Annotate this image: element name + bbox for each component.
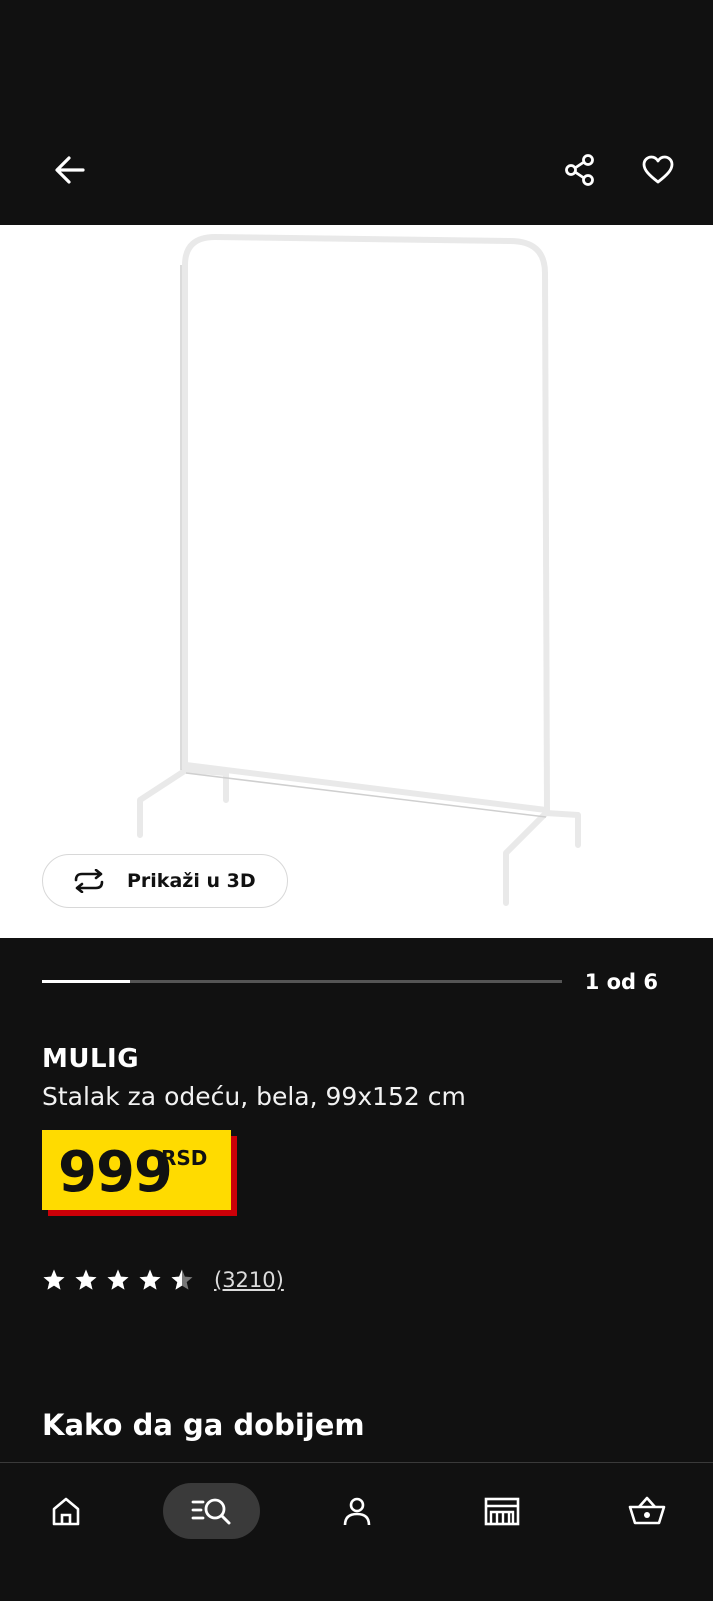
price-currency: RSD: [161, 1146, 208, 1170]
nav-profile[interactable]: [327, 1483, 387, 1539]
star-icon: [43, 1269, 65, 1290]
nav-store[interactable]: [472, 1483, 532, 1539]
price-tag-box: 999 RSD: [42, 1130, 231, 1210]
profile-icon: [343, 1497, 371, 1526]
star-icon: [107, 1269, 129, 1290]
gallery-progress-fill: [42, 980, 131, 983]
back-button[interactable]: [46, 146, 94, 194]
star-icon: [171, 1269, 193, 1290]
star-icon: [75, 1269, 97, 1290]
arrow-left-icon: [55, 156, 85, 184]
product-description: Stalak za odeću, bela, 99x152 cm: [42, 1082, 466, 1111]
product-name: MULIG: [42, 1044, 140, 1074]
top-bar: [0, 0, 713, 225]
nav-cart[interactable]: [617, 1483, 677, 1539]
cart-icon: [628, 1496, 666, 1525]
product-rating[interactable]: (3210): [42, 1268, 284, 1292]
rating-stars: [42, 1268, 202, 1292]
heart-outline-icon: [642, 155, 674, 184]
gallery-progress-bar: [42, 980, 562, 983]
product-image: [137, 234, 581, 906]
share-icon: [565, 154, 594, 186]
review-count-link[interactable]: (3210): [214, 1268, 284, 1292]
search-list-icon: [191, 1498, 230, 1525]
nav-home[interactable]: [36, 1483, 96, 1539]
bottom-navigation: [0, 1462, 713, 1601]
view-3d-button[interactable]: Prikaži u 3D: [42, 854, 288, 908]
price-amount: 999: [58, 1140, 173, 1205]
home-icon: [52, 1497, 80, 1526]
rotate-3d-icon: [71, 866, 111, 896]
favorite-button[interactable]: [634, 146, 682, 194]
share-button[interactable]: [556, 146, 604, 194]
nav-search[interactable]: [163, 1483, 260, 1539]
product-image-gallery[interactable]: [0, 225, 713, 938]
gallery-counter: 1 od 6: [584, 970, 658, 994]
store-icon: [484, 1497, 520, 1526]
delivery-section-title: Kako da ga dobijem: [42, 1408, 365, 1442]
star-icon: [139, 1269, 161, 1290]
view-3d-label: Prikaži u 3D: [127, 870, 256, 892]
